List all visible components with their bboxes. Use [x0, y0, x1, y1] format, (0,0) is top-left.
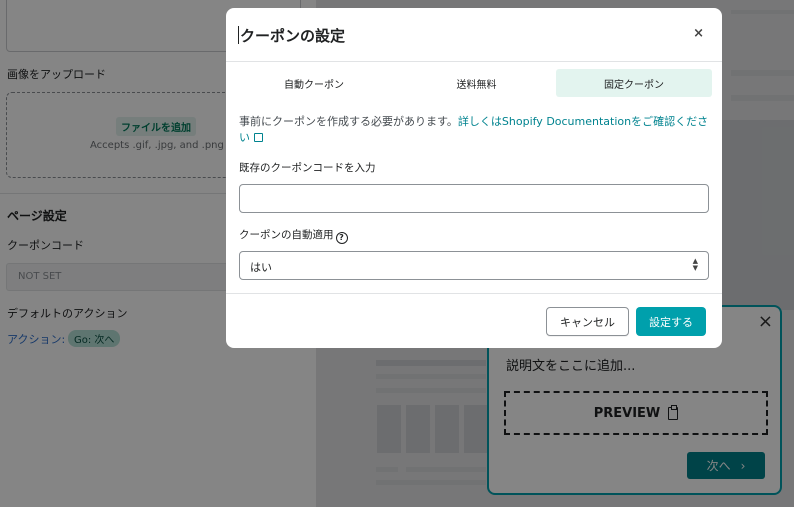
coupon-settings-modal: クーポンの設定 × 自動クーポン 送料無料 固定クーポン 事前にクーポンを作成す… [226, 8, 722, 348]
modal-header: クーポンの設定 × [226, 8, 722, 62]
info-text: 事前にクーポンを作成する必要があります。詳しくはShopify Document… [239, 114, 714, 146]
select-arrows-icon: ▲ ▼ [692, 257, 698, 272]
auto-apply-label: クーポンの自動適用 [239, 229, 334, 241]
tab-auto-coupon[interactable]: 自動クーポン [231, 69, 397, 97]
tab-fixed-coupon[interactable]: 固定クーポン [556, 69, 712, 97]
save-button[interactable]: 設定する [636, 307, 706, 336]
modal-title: クーポンの設定 [237, 26, 346, 45]
footer-divider [226, 293, 722, 294]
coupon-code-field-label: 既存のクーポンコードを入力 [239, 162, 376, 174]
help-icon[interactable]: ? [335, 231, 348, 244]
auto-apply-select[interactable]: はい ▲ ▼ [239, 251, 709, 280]
external-link-icon [254, 133, 263, 142]
auto-apply-label-row: クーポンの自動適用? [239, 227, 348, 244]
coupon-type-tabs: 自動クーポン 送料無料 固定クーポン [226, 69, 722, 97]
coupon-code-input[interactable] [239, 184, 709, 213]
auto-apply-value: はい [250, 261, 272, 274]
cancel-button[interactable]: キャンセル [546, 307, 629, 336]
tab-free-shipping[interactable]: 送料無料 [397, 69, 556, 97]
info-message: 事前にクーポンを作成する必要があります。 [239, 115, 458, 128]
close-icon[interactable]: × [693, 26, 704, 41]
